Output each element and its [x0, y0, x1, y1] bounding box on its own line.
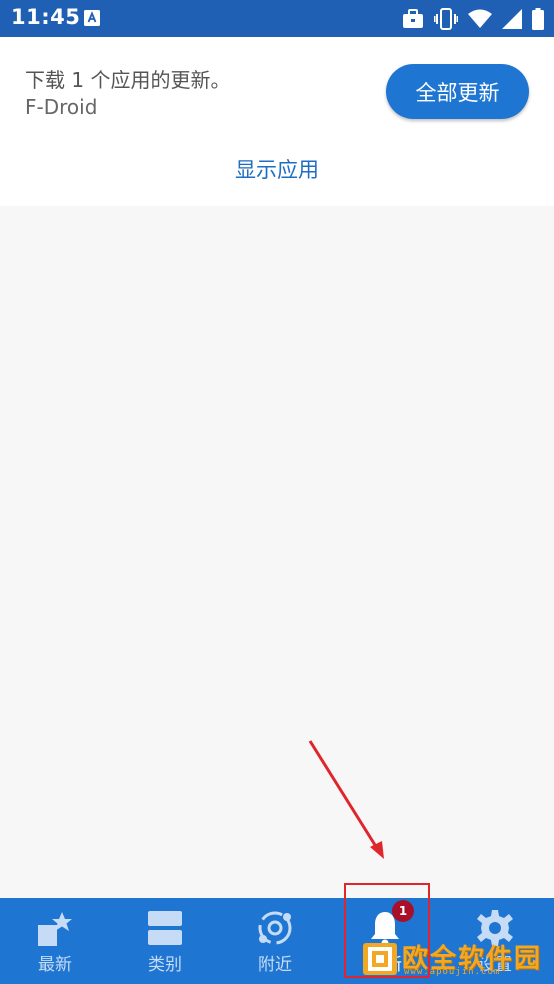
- annotation-arrow: [308, 740, 384, 859]
- updates-header: 下载 1 个应用的更新。 F-Droid 全部更新 显示应用: [0, 37, 554, 206]
- watermark-logo-icon: [363, 943, 397, 975]
- status-time: 11:45: [11, 5, 81, 29]
- status-icons: [402, 7, 544, 31]
- update-message: 下载 1 个应用的更新。: [25, 68, 231, 92]
- nav-item-nearby[interactable]: 附近: [220, 898, 330, 984]
- nav-item-latest[interactable]: 最新: [0, 898, 110, 984]
- nav-label-categories: 类别: [148, 955, 182, 975]
- notification-a-icon: [84, 10, 100, 26]
- latest-star-icon: [35, 908, 75, 948]
- update-all-button[interactable]: 全部更新: [386, 64, 529, 119]
- update-app-name: F-Droid: [25, 95, 98, 119]
- show-apps-link[interactable]: 显示应用: [0, 154, 554, 184]
- nav-label-latest: 最新: [38, 955, 72, 975]
- categories-icon: [145, 908, 185, 948]
- watermark: 欧全软件园 www.apoujin.com: [360, 936, 548, 978]
- battery-icon: [532, 8, 544, 30]
- nav-label-nearby: 附近: [258, 955, 292, 975]
- cell-signal-icon: [502, 9, 522, 29]
- nav-item-categories[interactable]: 类别: [110, 898, 220, 984]
- watermark-url: www.apoujin.com: [404, 967, 501, 977]
- nearby-icon: [255, 908, 295, 948]
- vibrate-icon: [434, 8, 458, 30]
- updates-content-area: [0, 206, 554, 898]
- status-bar: 11:45: [0, 0, 554, 37]
- briefcase-icon: [403, 9, 423, 28]
- wifi-icon: [468, 9, 492, 28]
